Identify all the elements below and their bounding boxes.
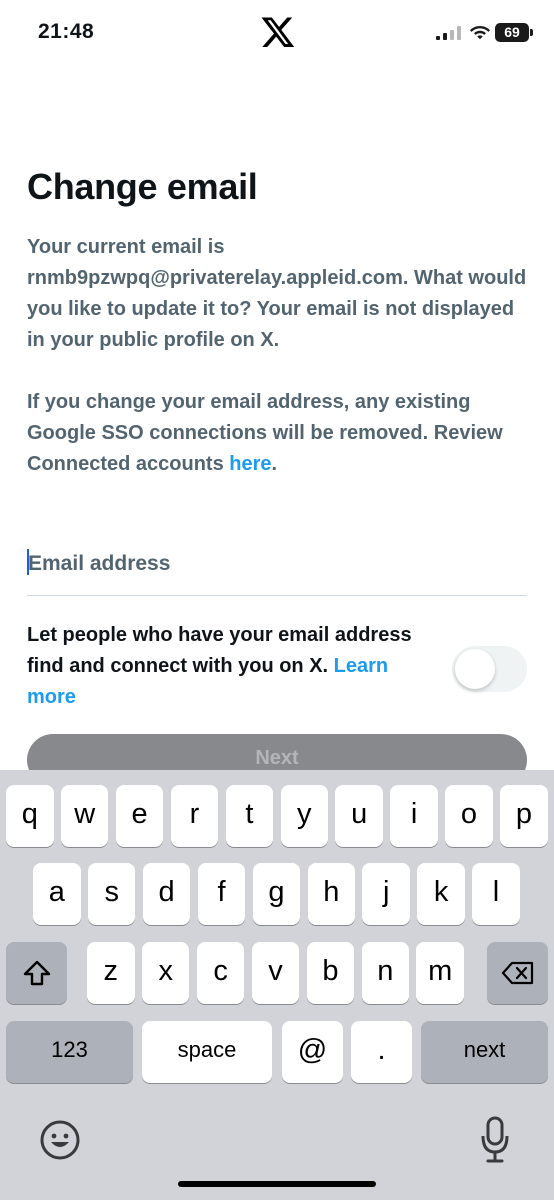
sso-warning-description: If you change your email address, any ex… xyxy=(27,387,532,480)
key-f[interactable]: f xyxy=(197,863,246,925)
home-indicator xyxy=(178,1181,376,1187)
connected-accounts-link[interactable]: here xyxy=(229,453,271,475)
wifi-icon xyxy=(470,26,490,40)
space-key[interactable]: space xyxy=(142,1021,272,1083)
key-q[interactable]: q xyxy=(6,785,54,847)
key-a[interactable]: a xyxy=(33,863,81,925)
x-logo-icon xyxy=(261,17,295,47)
key-r[interactable]: r xyxy=(170,785,219,847)
numbers-key[interactable]: 123 xyxy=(6,1021,133,1083)
current-email-description: Your current email is rnmb9pzwpq@private… xyxy=(27,236,527,351)
discoverability-toggle[interactable] xyxy=(452,646,527,692)
dot-key[interactable]: . xyxy=(351,1021,412,1083)
key-l[interactable]: l xyxy=(472,863,520,925)
key-d[interactable]: d xyxy=(142,863,191,925)
email-input[interactable] xyxy=(27,540,527,588)
key-h[interactable]: h xyxy=(307,863,356,925)
emoji-icon[interactable] xyxy=(39,1119,81,1161)
key-s[interactable]: s xyxy=(87,863,136,925)
key-k[interactable]: k xyxy=(417,863,465,925)
email-field[interactable] xyxy=(27,540,527,596)
shift-key[interactable] xyxy=(6,942,67,1004)
key-o[interactable]: o xyxy=(445,785,493,847)
status-time: 21:48 xyxy=(38,20,95,43)
key-g[interactable]: g xyxy=(252,863,301,925)
key-e[interactable]: e xyxy=(115,785,164,847)
key-p[interactable]: p xyxy=(500,785,548,847)
cellular-signal-icon xyxy=(436,26,461,40)
key-t[interactable]: t xyxy=(225,785,274,847)
page-title: Change email xyxy=(27,166,258,207)
status-bar: 21:48 69 xyxy=(0,0,554,66)
discoverability-description: Let people who have your email address f… xyxy=(27,620,437,713)
key-c[interactable]: c xyxy=(196,942,245,1004)
at-key[interactable]: @ xyxy=(282,1021,343,1083)
key-y[interactable]: y xyxy=(280,785,329,847)
text-caret xyxy=(27,549,29,575)
battery-indicator: 69 xyxy=(495,23,529,42)
backspace-icon xyxy=(501,961,533,985)
key-i[interactable]: i xyxy=(390,785,438,847)
shift-icon xyxy=(23,960,50,986)
battery-tip xyxy=(530,29,533,36)
backspace-key[interactable] xyxy=(487,942,548,1004)
key-z[interactable]: z xyxy=(87,942,135,1004)
microphone-icon[interactable] xyxy=(480,1116,510,1164)
key-u[interactable]: u xyxy=(335,785,383,847)
sso-warning-period: . xyxy=(271,453,278,475)
key-v[interactable]: v xyxy=(251,942,300,1004)
key-j[interactable]: j xyxy=(362,863,410,925)
key-b[interactable]: b xyxy=(306,942,355,1004)
key-w[interactable]: w xyxy=(60,785,109,847)
next-key[interactable]: next xyxy=(421,1021,548,1083)
key-n[interactable]: n xyxy=(361,942,410,1004)
key-x[interactable]: x xyxy=(141,942,190,1004)
key-m[interactable]: m xyxy=(416,942,464,1004)
toggle-knob xyxy=(455,649,495,689)
